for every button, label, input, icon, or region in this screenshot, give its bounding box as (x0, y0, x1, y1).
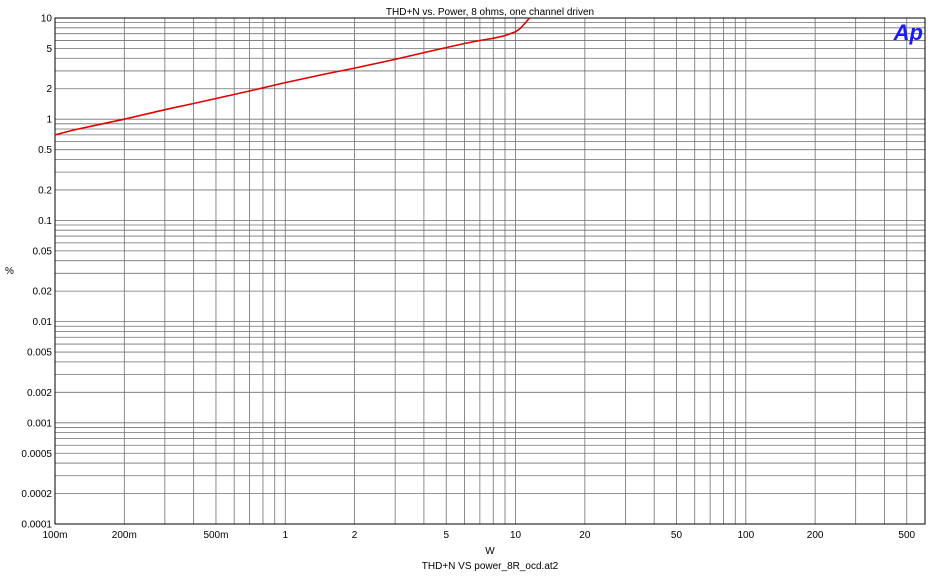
ap-logo: Ap (893, 20, 923, 45)
y-tick-label: 0.0002 (21, 489, 52, 500)
y-axis-label: % (5, 266, 14, 277)
y-tick-label: 10 (41, 14, 53, 25)
y-tick-label: 0.5 (38, 145, 52, 156)
file-name-footer: THD+N VS power_8R_ocd.at2 (422, 561, 559, 572)
grid (54, 17, 926, 525)
x-tick-label: 200 (807, 530, 824, 541)
x-tick-label: 1 (282, 530, 288, 541)
x-axis-label: W (485, 546, 495, 557)
y-tick-label: 0.01 (33, 317, 53, 328)
plot-frame (54, 17, 926, 525)
series-lines (54, 17, 531, 136)
x-tick-label: 200m (112, 530, 137, 541)
y-tick-label: 0.001 (27, 418, 52, 429)
x-tick-labels: 100m 200m 500m 1 2 5 10 20 50 100 200 500 (42, 530, 915, 541)
thd-power-chart: 100m 200m 500m 1 2 5 10 20 50 100 200 500 10 5 2 1 0.5 0… (5, 7, 926, 572)
thd-series-line (54, 17, 531, 136)
y-tick-label: 2 (46, 84, 52, 95)
y-tick-label: 0.0005 (21, 449, 52, 460)
x-tick-label: 500 (898, 530, 915, 541)
x-tick-label: 100m (42, 530, 67, 541)
y-tick-label: 1 (46, 115, 52, 126)
y-tick-label: 0.005 (27, 348, 52, 359)
chart-title: THD+N vs. Power, 8 ohms, one channel dri… (386, 7, 594, 18)
y-tick-label: 0.02 (33, 287, 53, 298)
y-tick-label: 0.002 (27, 388, 52, 399)
y-tick-labels: 10 5 2 1 0.5 0.2 0.1 0.05 0.02 0.01 0.005 0.002 0.00… (21, 14, 52, 531)
y-tick-label: 5 (46, 44, 52, 55)
x-tick-label: 100 (737, 530, 754, 541)
y-tick-label: 0.0001 (21, 520, 52, 531)
x-tick-label: 50 (671, 530, 683, 541)
x-tick-label: 500m (203, 530, 228, 541)
y-tick-label: 0.05 (33, 246, 53, 257)
x-tick-label: 2 (352, 530, 358, 541)
y-tick-label: 0.1 (38, 216, 52, 227)
y-tick-label: 0.2 (38, 185, 52, 196)
x-tick-label: 10 (510, 530, 522, 541)
x-tick-label: 5 (443, 530, 449, 541)
x-tick-label: 20 (579, 530, 591, 541)
